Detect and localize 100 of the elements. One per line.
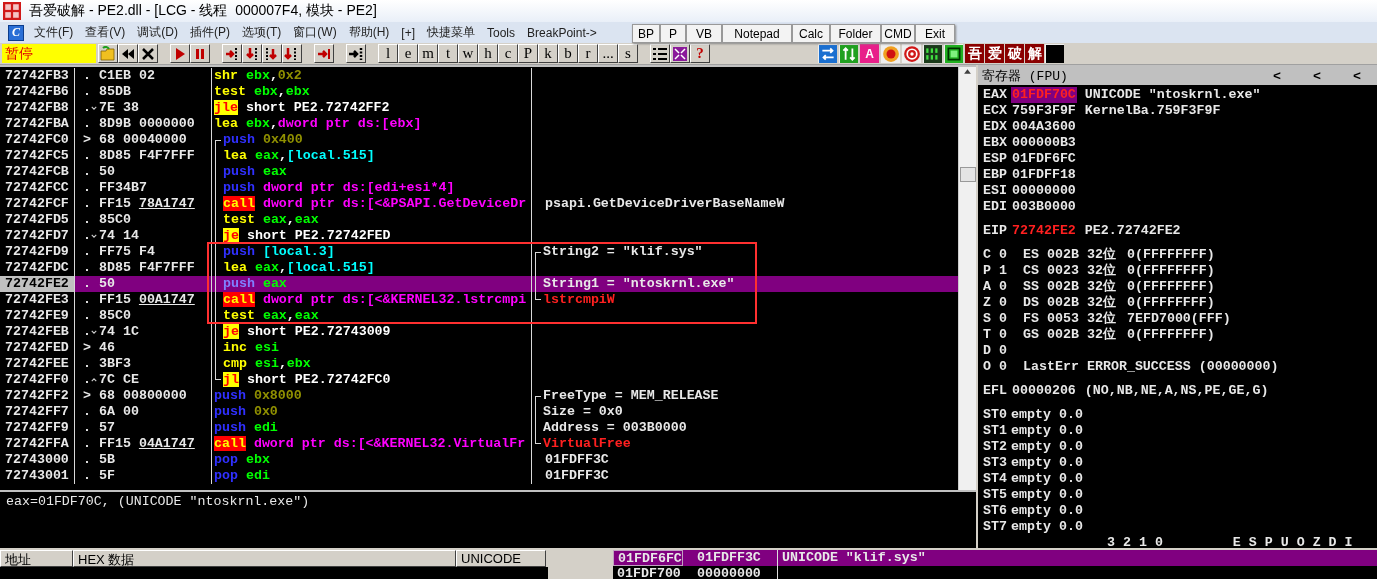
menu-item[interactable]: [+] bbox=[395, 25, 421, 40]
register-value[interactable]: 0.0 bbox=[1059, 423, 1083, 439]
register-value[interactable]: 00000206 bbox=[1011, 383, 1077, 399]
register-value[interactable]: 0.0 bbox=[1059, 471, 1083, 487]
plugin-button[interactable]: 爱 bbox=[985, 44, 1004, 63]
app-menu-logo[interactable]: C bbox=[8, 24, 24, 41]
swap-button[interactable] bbox=[818, 44, 837, 63]
window-button[interactable]: t bbox=[438, 44, 458, 63]
register-value[interactable]: 01FDF6FC bbox=[1011, 151, 1077, 167]
open-button[interactable] bbox=[98, 44, 118, 63]
selected-row[interactable]: 72742FE2 . 50 push eax String1 = "ntoskrnl.exe" bbox=[0, 276, 958, 292]
menu-item[interactable]: Tools bbox=[481, 25, 522, 40]
menu-item[interactable]: 快捷菜单 bbox=[421, 24, 481, 41]
text-button[interactable]: A bbox=[860, 44, 879, 63]
menu-item[interactable]: 文件(F) bbox=[28, 24, 80, 41]
window-button[interactable]: b bbox=[558, 44, 578, 63]
register-value[interactable]: 759F3F9F bbox=[1011, 103, 1077, 119]
updown-button[interactable] bbox=[839, 44, 858, 63]
window-button[interactable]: k bbox=[538, 44, 558, 63]
record-button[interactable] bbox=[881, 44, 900, 63]
menu-item[interactable]: 调试(D) bbox=[131, 24, 184, 41]
register-value[interactable]: 0.0 bbox=[1059, 519, 1083, 535]
plugin-button[interactable]: 解 bbox=[1025, 44, 1044, 63]
flag-value[interactable]: 0 bbox=[999, 247, 1023, 263]
flag-value[interactable]: 0 bbox=[999, 295, 1023, 311]
nav-button[interactable]: < bbox=[1337, 67, 1377, 85]
quick-tool-button[interactable]: BP bbox=[632, 24, 660, 43]
menu-item[interactable]: 窗口(W) bbox=[287, 24, 343, 41]
instruction-text: jl short PE2.72742FC0 bbox=[222, 372, 391, 388]
register-value[interactable]: 0.0 bbox=[1059, 439, 1083, 455]
window-button[interactable]: r bbox=[578, 44, 598, 63]
register-value[interactable]: 004A3600 bbox=[1011, 119, 1077, 135]
quick-tool-button[interactable]: Exit bbox=[915, 24, 955, 43]
column-header[interactable]: UNICODE bbox=[456, 550, 546, 567]
step-button[interactable] bbox=[222, 44, 242, 63]
quick-tool-button[interactable]: Folder bbox=[830, 24, 881, 43]
window-button[interactable]: P bbox=[518, 44, 538, 63]
window-button[interactable]: s bbox=[618, 44, 638, 63]
quick-tool-button[interactable]: CMD bbox=[881, 24, 915, 43]
list-button[interactable] bbox=[650, 44, 670, 63]
fpu-tag: empty bbox=[1011, 407, 1059, 423]
plugin-button[interactable]: 吾 bbox=[965, 44, 984, 63]
scrollbar[interactable] bbox=[958, 67, 976, 490]
flag-value[interactable]: 0 bbox=[999, 343, 1023, 359]
quick-tool-button[interactable]: P bbox=[660, 24, 686, 43]
quick-tool-button[interactable]: Notepad bbox=[722, 24, 792, 43]
nav-button[interactable]: < bbox=[1297, 67, 1337, 85]
step-button[interactable] bbox=[262, 44, 282, 63]
help-button[interactable]: ? bbox=[690, 44, 710, 63]
comment-text: lstrcmpiW bbox=[542, 292, 615, 308]
flag-value[interactable]: 0 bbox=[999, 311, 1023, 327]
column-header[interactable]: HEX 数据 bbox=[73, 550, 456, 567]
goto-button[interactable] bbox=[346, 44, 366, 63]
close-button[interactable] bbox=[138, 44, 158, 63]
window-button[interactable]: l bbox=[378, 44, 398, 63]
hex-cell: 6A 00 bbox=[99, 404, 139, 420]
plugin-button[interactable]: 破 bbox=[1005, 44, 1024, 63]
window-button[interactable]: w bbox=[458, 44, 478, 63]
register-value[interactable]: 0.0 bbox=[1059, 455, 1083, 471]
nav-button[interactable]: < bbox=[1257, 67, 1297, 85]
menu-item[interactable]: 选项(T) bbox=[236, 24, 288, 41]
flag-value[interactable]: 1 bbox=[999, 263, 1023, 279]
run-button[interactable] bbox=[170, 44, 190, 63]
menu-item[interactable]: BreakPoint-> bbox=[521, 25, 603, 40]
menu-item[interactable]: 插件(P) bbox=[184, 24, 236, 41]
selected-row[interactable]: 01FDF6FC 01FDFF3C UNICODE "klif.sys" bbox=[613, 550, 1377, 566]
window-button[interactable]: m bbox=[418, 44, 438, 63]
binary-button[interactable] bbox=[923, 44, 942, 63]
register-name: ST3 bbox=[983, 455, 1008, 471]
window-button[interactable] bbox=[670, 44, 690, 63]
window-button[interactable]: h bbox=[478, 44, 498, 63]
step-button[interactable] bbox=[242, 44, 262, 63]
register-value[interactable]: 01FDFF18 bbox=[1011, 167, 1077, 183]
register-value[interactable]: 003B0000 bbox=[1011, 199, 1077, 215]
window-button[interactable]: c bbox=[498, 44, 518, 63]
register-value[interactable]: 0.0 bbox=[1059, 487, 1083, 503]
step-button[interactable] bbox=[282, 44, 302, 63]
window-button[interactable] bbox=[944, 44, 963, 63]
quick-tool-button[interactable]: VB bbox=[686, 24, 722, 43]
menu-item[interactable]: 查看(V) bbox=[79, 24, 132, 41]
register-value[interactable]: 000000B3 bbox=[1011, 135, 1077, 151]
window-button[interactable]: e bbox=[398, 44, 418, 63]
pause-button[interactable] bbox=[190, 44, 210, 63]
target-button[interactable] bbox=[902, 44, 921, 63]
register-value[interactable]: 00000000 bbox=[1011, 183, 1077, 199]
flag-value[interactable]: 0 bbox=[999, 359, 1023, 375]
column-header[interactable]: 地址 bbox=[0, 550, 73, 567]
flag-name: Z bbox=[983, 295, 992, 311]
window-button[interactable]: ... bbox=[598, 44, 618, 63]
register-value[interactable]: 0.0 bbox=[1059, 407, 1083, 423]
plugin-button[interactable] bbox=[1045, 44, 1064, 63]
flag-value[interactable]: 0 bbox=[999, 327, 1023, 343]
register-value[interactable]: 72742FE2 bbox=[1011, 223, 1077, 239]
restart-button[interactable] bbox=[118, 44, 138, 63]
scroll-thumb[interactable] bbox=[960, 167, 976, 182]
flag-value[interactable]: 0 bbox=[999, 279, 1023, 295]
return-button[interactable] bbox=[314, 44, 334, 63]
menu-item[interactable]: 帮助(H) bbox=[342, 24, 396, 41]
quick-tool-button[interactable]: Calc bbox=[792, 24, 830, 43]
register-value[interactable]: 0.0 bbox=[1059, 503, 1083, 519]
